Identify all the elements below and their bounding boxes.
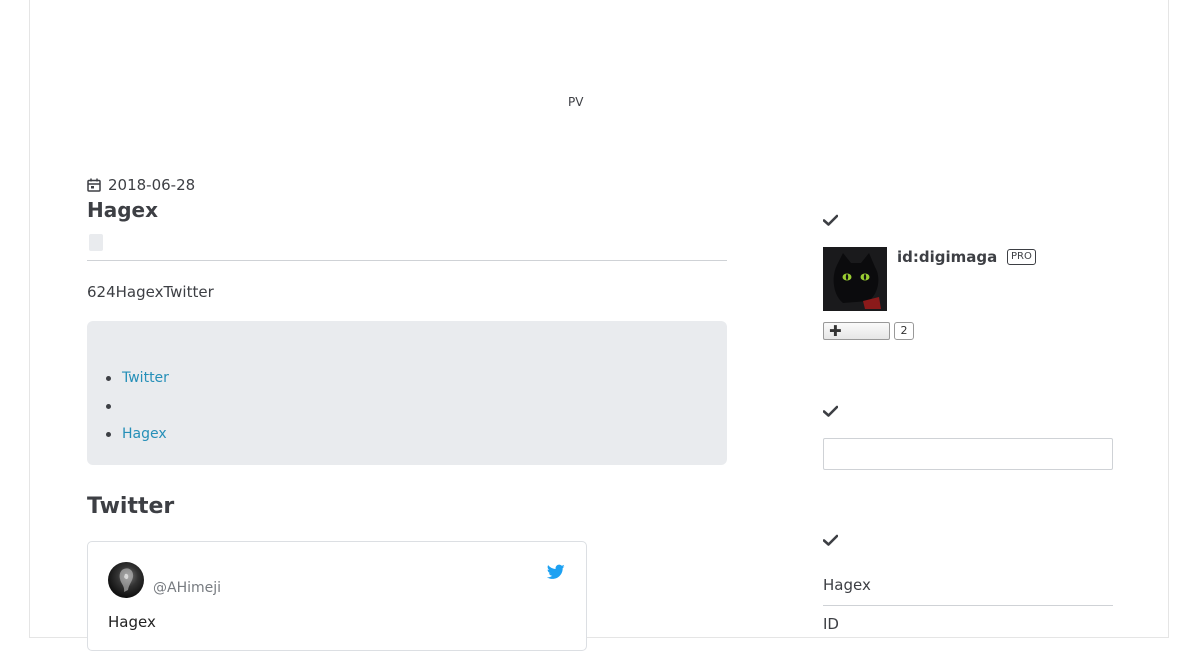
tweet-handle[interactable]: @AHimeji: [153, 580, 221, 596]
toc-item: [105, 396, 169, 424]
table-of-contents: Twitter Hagex: [87, 321, 727, 465]
sidebar-link-hagex[interactable]: Hagex: [823, 576, 871, 594]
toc-link-twitter[interactable]: Twitter: [122, 370, 169, 386]
checkmark-icon: [823, 534, 838, 546]
sidebar-link-id[interactable]: ID: [823, 615, 839, 633]
toc-item: Twitter: [105, 368, 169, 396]
section-heading-twitter: Twitter: [87, 494, 175, 519]
checkmark-icon: [823, 214, 838, 226]
toc-item: Hagex: [105, 424, 169, 452]
search-input[interactable]: [823, 438, 1113, 470]
plus-icon: ✚: [829, 322, 842, 340]
category-chip[interactable]: [89, 234, 103, 251]
follow-button[interactable]: ✚: [823, 322, 890, 340]
sidebar-link-divider: [823, 605, 1113, 606]
entry-date: 2018-06-28: [87, 176, 195, 194]
tweet-text: Hagex: [108, 613, 156, 631]
pro-badge: PRO: [1007, 249, 1036, 265]
follower-count[interactable]: 2: [894, 322, 914, 340]
ad-label: PV: [568, 95, 584, 109]
title-divider: [87, 260, 727, 261]
entry-title[interactable]: Hagex: [87, 198, 158, 222]
entry-date-link[interactable]: 2018-06-28: [108, 176, 195, 194]
entry-lead-text: 624HagexTwitter: [87, 283, 214, 301]
toc-link-hagex[interactable]: Hagex: [122, 426, 167, 442]
profile-avatar[interactable]: [823, 247, 887, 311]
embedded-tweet[interactable]: @AHimeji Hagex: [87, 541, 587, 651]
twitter-bird-icon[interactable]: [546, 564, 565, 580]
calendar-icon: [87, 178, 101, 192]
profile-id-link[interactable]: id:digimaga: [897, 248, 997, 266]
tweet-avatar[interactable]: [108, 562, 144, 598]
checkmark-icon: [823, 405, 838, 417]
